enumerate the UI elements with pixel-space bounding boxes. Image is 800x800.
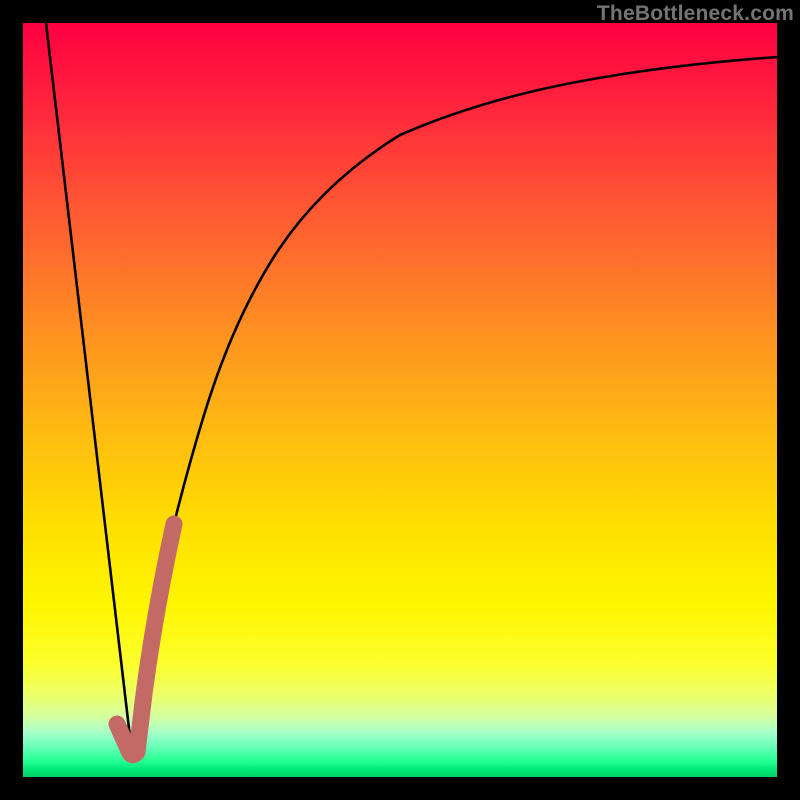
chart-frame: TheBottleneck.com <box>0 0 800 800</box>
curve-descending <box>46 23 132 754</box>
chart-curves <box>23 23 777 777</box>
curve-ascending <box>132 57 777 754</box>
plot-area <box>23 23 777 777</box>
watermark-text: TheBottleneck.com <box>597 2 794 26</box>
valley-highlight <box>117 524 174 755</box>
